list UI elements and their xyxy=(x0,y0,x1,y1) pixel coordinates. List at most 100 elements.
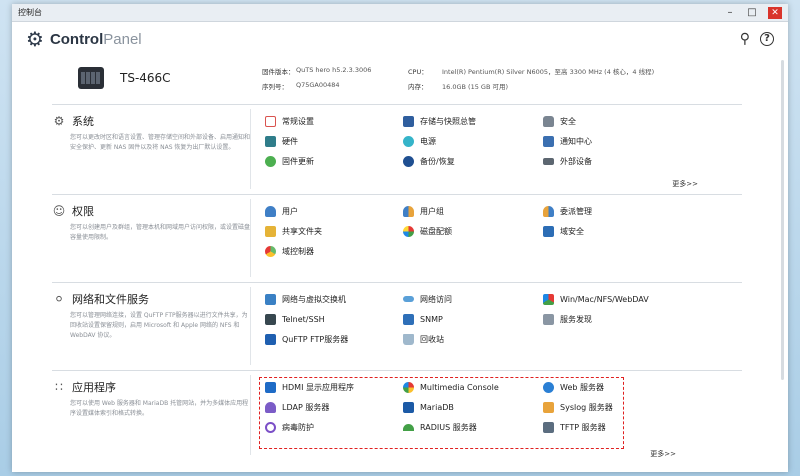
item-domain-security[interactable]: 域安全 xyxy=(543,225,683,237)
globe-icon: ⚪ xyxy=(53,292,65,306)
shared-folder-icon xyxy=(265,225,276,237)
item-mariadb[interactable]: MariaDB xyxy=(403,401,543,413)
antivirus-icon xyxy=(265,421,276,433)
ftp-icon xyxy=(265,333,276,345)
firmware-label: 固件版本： xyxy=(262,67,295,76)
item-firmware-update[interactable]: 固件更新 xyxy=(265,155,403,167)
gear-outline-icon: ⚙ xyxy=(53,114,65,128)
window-titlebar: 控制台 – □ ✕ xyxy=(12,4,788,22)
item-network-virtual-switch[interactable]: 网络与虚拟交换机 xyxy=(265,293,403,305)
item-web-server[interactable]: Web 服务器 xyxy=(543,381,683,393)
help-icon[interactable]: ? xyxy=(760,32,774,46)
item-quftp-server[interactable]: QuFTP FTP服务器 xyxy=(265,333,403,345)
serial-value: Q75GA00484 xyxy=(296,80,340,89)
network-access-icon xyxy=(403,296,414,302)
firmware-update-icon xyxy=(265,155,276,167)
item-snmp[interactable]: SNMP xyxy=(403,313,543,325)
item-radius-server[interactable]: RADIUS 服务器 xyxy=(403,421,543,433)
file-protocol-icon xyxy=(543,293,554,305)
search-icon[interactable]: ⚲ xyxy=(740,31,750,47)
item-antivirus[interactable]: 病毒防护 xyxy=(265,421,403,433)
item-telnet-ssh[interactable]: Telnet/SSH xyxy=(265,313,403,325)
maximize-icon[interactable]: □ xyxy=(746,7,758,19)
web-globe-icon xyxy=(543,381,554,393)
item-multimedia-console[interactable]: Multimedia Console xyxy=(403,381,543,393)
notification-icon xyxy=(543,135,554,147)
radius-wifi-icon xyxy=(403,423,414,431)
delegated-admin-icon xyxy=(543,205,554,217)
item-recycle-bin[interactable]: 回收站 xyxy=(403,333,543,345)
service-discovery-icon xyxy=(543,313,554,325)
cpu-label: CPU： xyxy=(408,67,428,76)
database-icon xyxy=(403,401,414,413)
section-description: 您可以使用 Web 服务器和 MariaDB 托管网站，并为多媒体应用程序设置媒… xyxy=(70,400,249,417)
item-general-settings[interactable]: 常规设置 xyxy=(265,115,403,127)
item-notification-center[interactable]: 通知中心 xyxy=(543,135,683,147)
app-brand: ControlPanel xyxy=(49,30,142,48)
item-backup-restore[interactable]: 备份/恢复 xyxy=(403,155,543,167)
window-title: 控制台 xyxy=(18,8,42,17)
section-title: 应用程序 xyxy=(72,381,116,394)
device-info: TS-466C 固件版本： QuTS hero h5.2.3.3006 CPU：… xyxy=(12,56,788,100)
item-security[interactable]: 安全 xyxy=(543,115,683,127)
minimize-icon[interactable]: – xyxy=(724,7,736,19)
item-delegated-admin[interactable]: 委派管理 xyxy=(543,205,683,217)
terminal-icon xyxy=(265,313,276,325)
domain-controller-icon xyxy=(265,245,276,257)
quota-pie-icon xyxy=(403,225,414,237)
item-hardware[interactable]: 硬件 xyxy=(265,135,403,147)
section-title: 权限 xyxy=(72,205,94,218)
syslog-icon xyxy=(543,401,554,413)
lock-icon xyxy=(543,115,554,127)
section-system: ⚙ 系统 您可以更改时区和语言设置、管理存储空间和外部设备、启用通知和安全保护、更… xyxy=(52,104,742,192)
item-shared-folders[interactable]: 共享文件夹 xyxy=(265,225,403,237)
apps-grid-icon: ∷ xyxy=(55,380,63,394)
item-users[interactable]: 用户 xyxy=(265,205,403,217)
close-icon[interactable]: ✕ xyxy=(768,6,782,19)
firmware-value: QuTS hero h5.2.3.3006 xyxy=(296,65,372,74)
item-user-groups[interactable]: 用户组 xyxy=(403,205,543,217)
storage-icon xyxy=(403,115,414,127)
hardware-icon xyxy=(265,135,276,147)
device-name: TS-466C xyxy=(120,71,171,85)
domain-security-icon xyxy=(543,225,554,237)
hdmi-monitor-icon xyxy=(265,381,276,393)
nas-device-icon xyxy=(78,67,104,89)
ldap-icon xyxy=(265,401,276,413)
device-specs: 固件版本： QuTS hero h5.2.3.3006 CPU： Intel(R… xyxy=(262,66,692,91)
section-divider xyxy=(250,287,251,365)
item-syslog-server[interactable]: Syslog 服务器 xyxy=(543,401,683,413)
section-privilege: ☺ 权限 您可以创建用户及群组，管理本机和网域用户访问权限，或设置磁盘容量使用限制… xyxy=(52,194,742,280)
item-tftp-server[interactable]: TFTP 服务器 xyxy=(543,421,683,433)
section-divider xyxy=(250,109,251,189)
item-win-mac-nfs-webdav[interactable]: Win/Mac/NFS/WebDAV xyxy=(543,293,683,305)
item-power[interactable]: 电源 xyxy=(403,135,543,147)
section-title: 系统 xyxy=(72,115,94,128)
memory-value: 16.0GB (15 GB 可用) xyxy=(442,82,509,91)
item-service-discovery[interactable]: 服务发现 xyxy=(543,313,683,325)
general-settings-icon xyxy=(265,115,276,127)
gear-icon: ⚙ xyxy=(26,27,44,51)
section-description: 您可以创建用户及群组，管理本机和网域用户访问权限，或设置磁盘容量使用限制。 xyxy=(70,224,251,241)
more-link[interactable]: 更多>> xyxy=(672,179,698,189)
section-description: 您可以更改时区和语言设置、管理存储空间和外部设备、启用通知和安全保护、更新 NA… xyxy=(70,134,251,151)
item-network-access[interactable]: 网络访问 xyxy=(403,293,543,305)
item-external-device[interactable]: 外部设备 xyxy=(543,155,683,167)
item-ldap-server[interactable]: LDAP 服务器 xyxy=(265,401,403,413)
memory-label: 内存： xyxy=(408,82,428,91)
user-icon xyxy=(265,205,276,217)
item-storage-snapshots[interactable]: 存储与快照总管 xyxy=(403,115,543,127)
more-link[interactable]: 更多>> xyxy=(650,449,676,459)
section-title: 网络和文件服务 xyxy=(72,293,149,306)
item-hdmi-display[interactable]: HDMI 显示应用程序 xyxy=(265,381,403,393)
multimedia-icon xyxy=(403,381,414,393)
network-switch-icon xyxy=(265,293,276,305)
section-description: 您可以管理网络连接，设置 QuFTP FTP服务器以进行文件共享，为回收站设置保… xyxy=(70,312,248,339)
external-device-icon xyxy=(543,157,554,165)
section-divider xyxy=(250,199,251,277)
user-outline-icon: ☺ xyxy=(52,204,66,218)
scrollbar[interactable] xyxy=(781,60,784,380)
power-bulb-icon xyxy=(403,135,414,147)
item-quota[interactable]: 磁盘配额 xyxy=(403,225,543,237)
item-domain-controller[interactable]: 域控制器 xyxy=(265,245,403,257)
